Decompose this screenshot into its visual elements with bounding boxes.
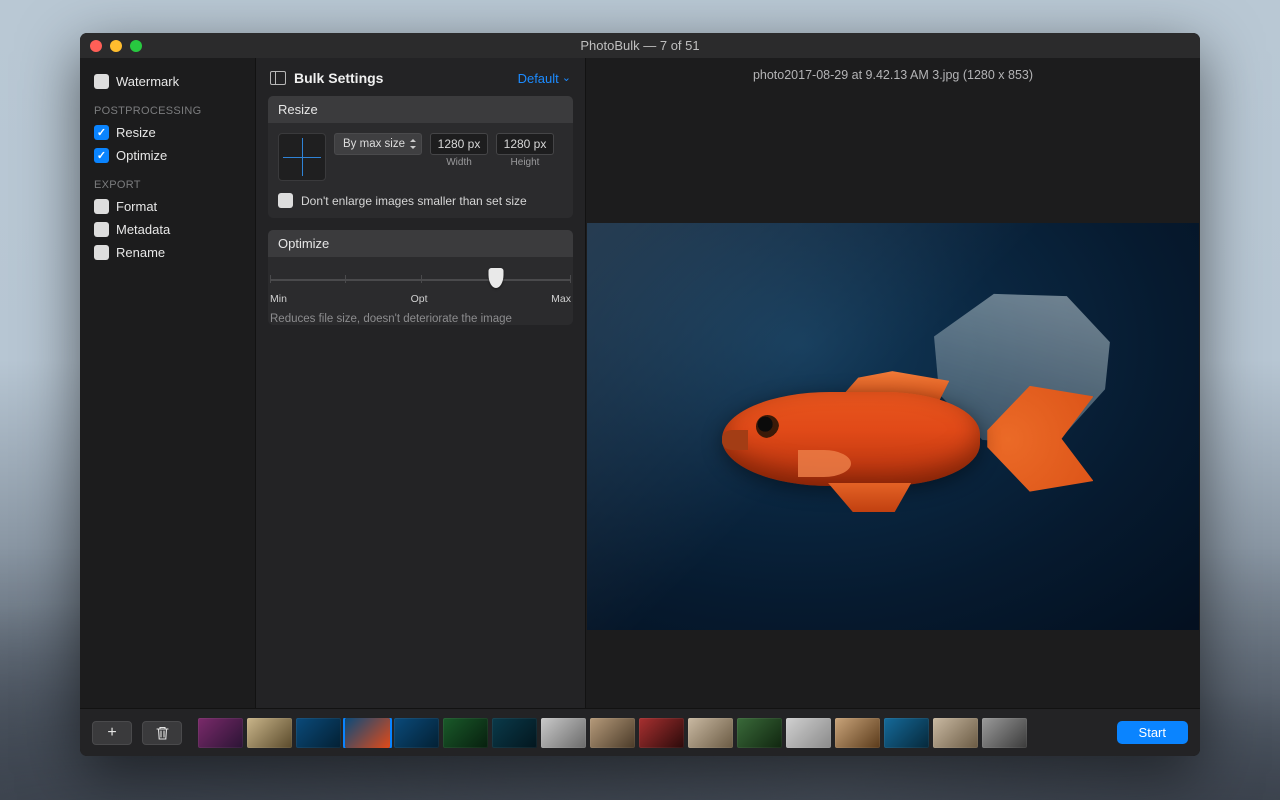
app-window: PhotoBulk — 7 of 51 Watermark POSTPROCES… bbox=[80, 33, 1200, 756]
height-input[interactable]: 1280 px bbox=[496, 133, 554, 155]
sidebar-item-optimize[interactable]: Optimize bbox=[94, 144, 243, 167]
window-controls bbox=[90, 40, 142, 52]
sidebar-item-rename[interactable]: Rename bbox=[94, 241, 243, 264]
sidebar-section-export: EXPORT bbox=[94, 179, 243, 191]
thumbnail[interactable] bbox=[296, 718, 341, 748]
panel-optimize: Optimize Min Opt Max bbox=[268, 230, 573, 325]
slider-label-opt: Opt bbox=[411, 293, 428, 305]
thumbnail[interactable] bbox=[884, 718, 929, 748]
preview-pane: photo2017-08-29 at 9.42.13 AM 3.jpg (128… bbox=[585, 58, 1200, 708]
delete-button[interactable] bbox=[142, 721, 182, 745]
minimize-icon[interactable] bbox=[110, 40, 122, 52]
thumbnail[interactable] bbox=[198, 718, 243, 748]
settings-title: Bulk Settings bbox=[270, 70, 383, 86]
window-title: PhotoBulk — 7 of 51 bbox=[80, 38, 1200, 53]
sidebar-section-postprocessing: POSTPROCESSING bbox=[94, 105, 243, 117]
slider-label-min: Min bbox=[270, 293, 287, 305]
thumbnail[interactable] bbox=[394, 718, 439, 748]
thumbnail[interactable] bbox=[590, 718, 635, 748]
profile-label: Default bbox=[518, 71, 559, 86]
thumbnail[interactable] bbox=[835, 718, 880, 748]
thumbnail[interactable] bbox=[345, 718, 390, 748]
sidebar-item-label: Metadata bbox=[116, 222, 170, 237]
slider-label-max: Max bbox=[551, 293, 571, 305]
sidebar-item-label: Rename bbox=[116, 245, 165, 260]
checkbox-icon[interactable] bbox=[94, 245, 109, 260]
sidebar-item-label: Format bbox=[116, 199, 157, 214]
checkbox-icon[interactable] bbox=[94, 222, 109, 237]
plus-icon: + bbox=[107, 724, 116, 742]
sidebar-item-label: Optimize bbox=[116, 148, 167, 163]
height-label: Height bbox=[511, 157, 540, 168]
sidebar-item-format[interactable]: Format bbox=[94, 195, 243, 218]
sidebar-item-label: Watermark bbox=[116, 74, 179, 89]
panel-header: Optimize bbox=[268, 230, 573, 257]
thumbnail[interactable] bbox=[639, 718, 684, 748]
sidebar: Watermark POSTPROCESSING Resize Optimize… bbox=[80, 58, 255, 708]
dimension-icon[interactable] bbox=[278, 133, 326, 181]
checkbox-icon[interactable] bbox=[94, 199, 109, 214]
width-input[interactable]: 1280 px bbox=[430, 133, 488, 155]
thumbnail[interactable] bbox=[247, 718, 292, 748]
thumbnail[interactable] bbox=[541, 718, 586, 748]
start-button[interactable]: Start bbox=[1117, 721, 1188, 744]
close-icon[interactable] bbox=[90, 40, 102, 52]
thumbnail[interactable] bbox=[982, 718, 1027, 748]
slider-description: Reduces file size, doesn't deteriorate t… bbox=[270, 313, 571, 325]
sidebar-item-watermark[interactable]: Watermark bbox=[94, 70, 243, 93]
profile-dropdown[interactable]: Default bbox=[518, 71, 571, 86]
thumbnail-strip bbox=[198, 718, 1027, 748]
sidebar-item-metadata[interactable]: Metadata bbox=[94, 218, 243, 241]
panel-header: Resize bbox=[268, 96, 573, 123]
settings-column: Bulk Settings Default Resize By max size bbox=[255, 58, 585, 708]
width-label: Width bbox=[446, 157, 472, 168]
checkbox-icon[interactable] bbox=[94, 125, 109, 140]
bottom-bar: + Start bbox=[80, 708, 1200, 756]
titlebar: PhotoBulk — 7 of 51 bbox=[80, 33, 1200, 58]
sidebar-item-label: Resize bbox=[116, 125, 156, 140]
preview-image bbox=[587, 223, 1199, 631]
thumbnail[interactable] bbox=[492, 718, 537, 748]
checkbox-icon[interactable] bbox=[278, 193, 293, 208]
optimize-slider[interactable] bbox=[270, 269, 571, 289]
add-button[interactable]: + bbox=[92, 721, 132, 745]
no-enlarge-checkbox[interactable]: Don't enlarge images smaller than set si… bbox=[278, 193, 563, 208]
thumbnail[interactable] bbox=[737, 718, 782, 748]
foreground-fish bbox=[722, 365, 1101, 512]
checkbox-icon[interactable] bbox=[94, 74, 109, 89]
resize-mode-select[interactable]: By max size bbox=[334, 133, 422, 155]
panel-resize: Resize By max size 1280 px Width bbox=[268, 96, 573, 218]
thumbnail[interactable] bbox=[443, 718, 488, 748]
checkbox-label: Don't enlarge images smaller than set si… bbox=[301, 194, 527, 208]
checkbox-icon[interactable] bbox=[94, 148, 109, 163]
trash-icon bbox=[156, 726, 169, 740]
thumbnail[interactable] bbox=[688, 718, 733, 748]
thumbnail[interactable] bbox=[933, 718, 978, 748]
layout-icon bbox=[270, 71, 286, 85]
select-value: By max size bbox=[343, 138, 405, 150]
zoom-icon[interactable] bbox=[130, 40, 142, 52]
preview-filename: photo2017-08-29 at 9.42.13 AM 3.jpg (128… bbox=[586, 58, 1200, 92]
sidebar-item-resize[interactable]: Resize bbox=[94, 121, 243, 144]
thumbnail[interactable] bbox=[786, 718, 831, 748]
settings-title-text: Bulk Settings bbox=[294, 70, 383, 86]
slider-thumb-icon[interactable] bbox=[488, 268, 503, 288]
